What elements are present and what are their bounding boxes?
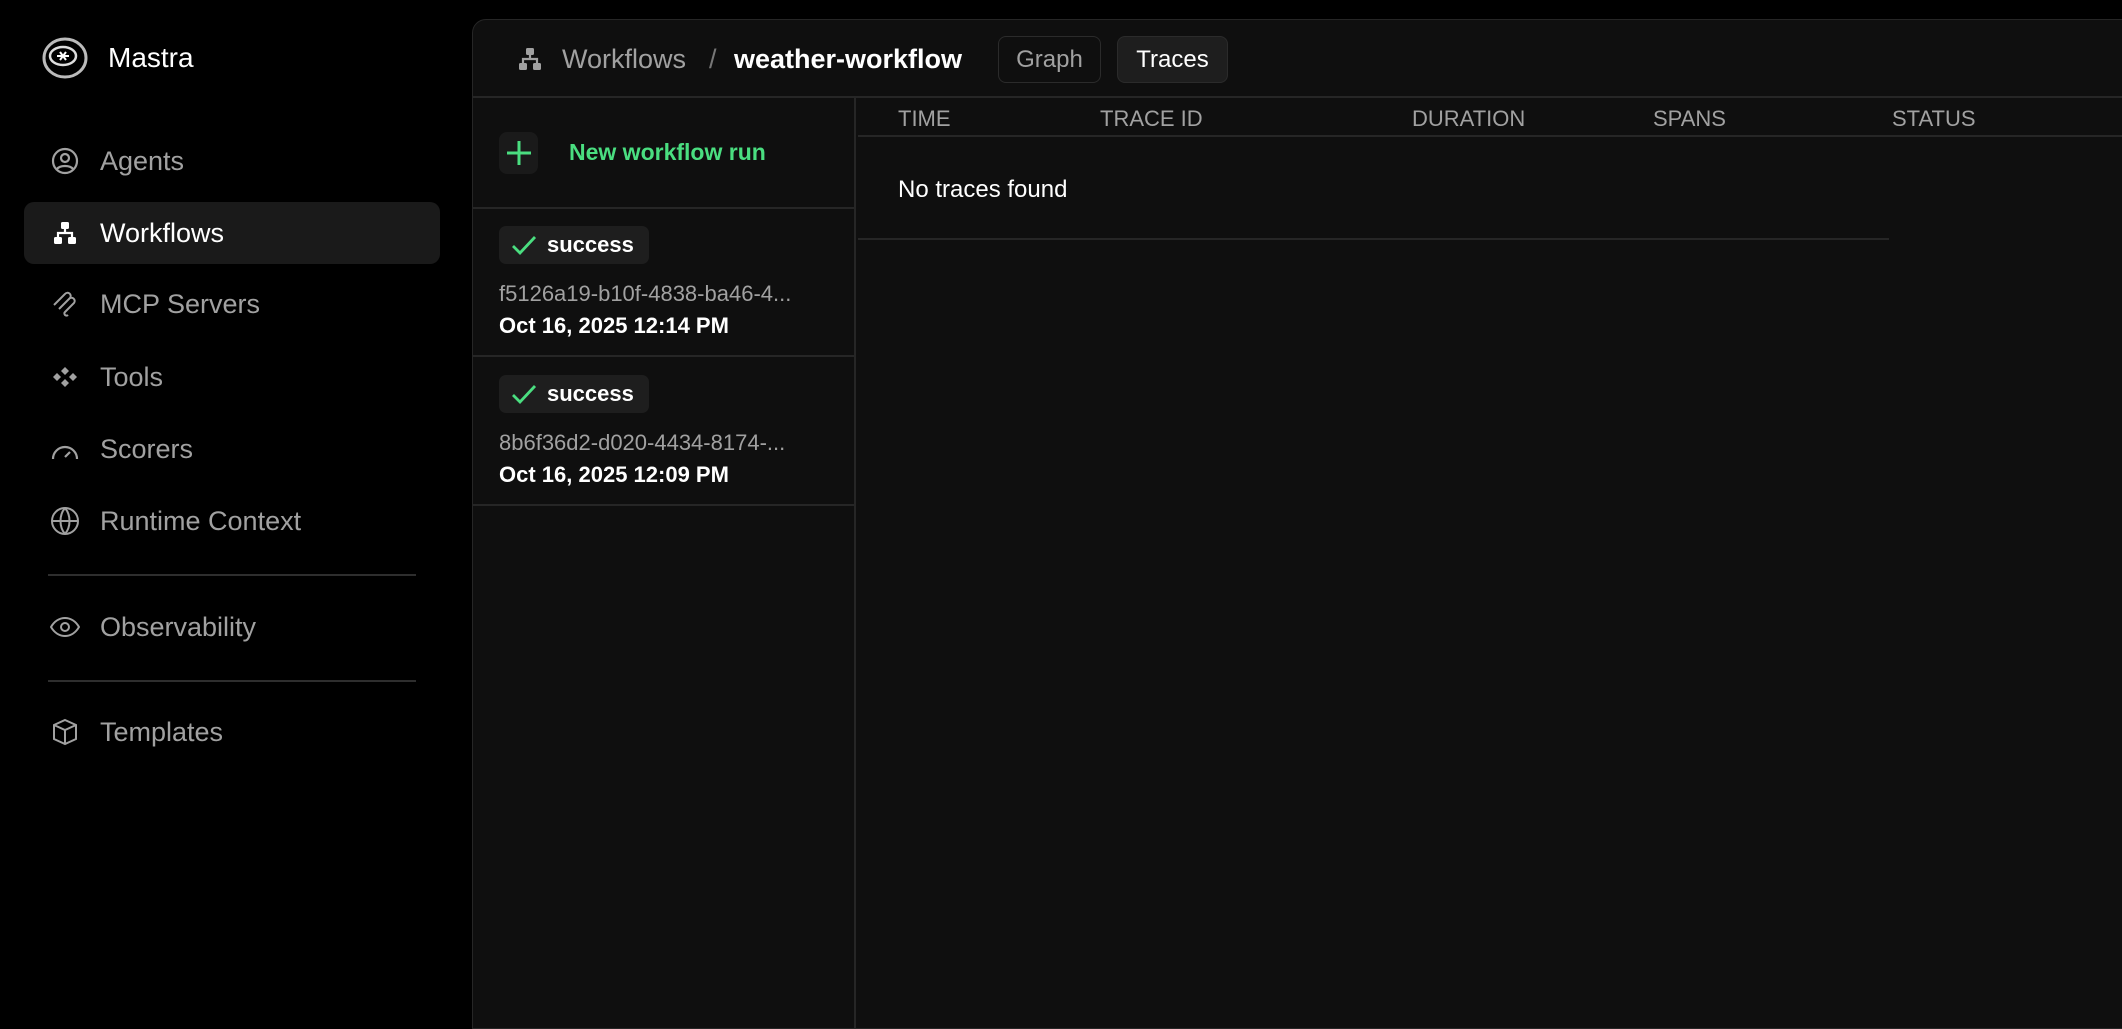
- main-panel: Workflows / weather-workflow Graph Trace…: [472, 19, 2122, 1029]
- sidebar-item-label: Templates: [100, 716, 224, 747]
- run-date: Oct 16, 2025 12:14 PM: [499, 313, 729, 338]
- sidebar-item-runtime-context[interactable]: Runtime Context: [24, 490, 440, 552]
- box-icon: [50, 717, 80, 747]
- gauge-icon: [50, 434, 80, 464]
- run-date: Oct 16, 2025 12:09 PM: [499, 462, 729, 487]
- column-header-trace-id: TRACE ID: [1100, 106, 1203, 131]
- new-run-label[interactable]: New workflow run: [569, 139, 766, 166]
- divider: [858, 238, 1889, 240]
- sidebar-item-label: Tools: [100, 361, 164, 392]
- traces-table: TIME TRACE ID DURATION SPANS STATUS No t…: [858, 98, 2122, 1028]
- header: Workflows / weather-workflow Graph Trace…: [473, 20, 2122, 98]
- workflow-icon: [519, 48, 541, 70]
- brand-name: Mastra: [108, 42, 194, 73]
- divider: [858, 135, 2122, 137]
- eye-icon: [50, 612, 80, 642]
- sidebar-item-label: Observability: [100, 611, 257, 642]
- sidebar-item-scorers[interactable]: Scorers: [24, 418, 440, 480]
- run-id: f5126a19-b10f-4838-ba46-4...: [499, 281, 792, 306]
- workflow-icon: [50, 218, 80, 248]
- plus-icon: [506, 141, 531, 165]
- run-id: 8b6f36d2-d020-4434-8174-...: [499, 430, 786, 455]
- column-header-duration: DURATION: [1412, 106, 1526, 131]
- sidebar-item-label: Agents: [100, 145, 185, 176]
- sidebar-item-label: Workflows: [100, 217, 225, 248]
- status-text: success: [547, 232, 634, 257]
- sidebar-divider: [48, 680, 416, 682]
- user-circle-icon: [50, 146, 80, 176]
- column-header-time: TIME: [898, 106, 951, 131]
- breadcrumb-separator: /: [709, 44, 717, 74]
- sidebar-item-agents[interactable]: Agents: [24, 130, 440, 192]
- mastra-logo: [42, 37, 88, 79]
- empty-state: No traces found: [898, 176, 1068, 203]
- tab-traces[interactable]: Traces: [1117, 36, 1228, 83]
- sidebar-item-workflows[interactable]: Workflows: [24, 202, 440, 264]
- run-item[interactable]: success f5126a19-b10f-4838-ba46-4... Oct…: [473, 209, 856, 357]
- sidebar-item-templates[interactable]: Templates: [24, 701, 440, 763]
- sidebar-item-label: Scorers: [100, 433, 194, 464]
- column-header-spans: SPANS: [1653, 106, 1726, 131]
- new-run-button[interactable]: [499, 132, 538, 174]
- sidebar: Mastra Agents Workflows MCP Servers Tool…: [0, 0, 472, 1018]
- status-badge: success: [499, 226, 649, 264]
- breadcrumb-workflows[interactable]: Workflows: [562, 44, 686, 75]
- sidebar-item-label: MCP Servers: [100, 288, 261, 319]
- runs-list: New workflow run success f5126a19-b10f-4…: [473, 98, 856, 1028]
- sidebar-item-observability[interactable]: Observability: [24, 596, 440, 658]
- sidebar-item-tools[interactable]: Tools: [24, 346, 440, 408]
- tools-icon: [50, 362, 80, 392]
- status-text: success: [547, 381, 634, 406]
- sidebar-item-label: Runtime Context: [100, 505, 302, 536]
- check-icon: [512, 385, 537, 405]
- mcp-icon: [50, 289, 80, 319]
- breadcrumb-current: weather-workflow: [734, 44, 963, 74]
- sidebar-divider: [48, 574, 416, 576]
- status-badge: success: [499, 375, 649, 413]
- globe-icon: [50, 506, 80, 536]
- check-icon: [512, 236, 537, 256]
- sidebar-item-mcp-servers[interactable]: MCP Servers: [24, 273, 440, 335]
- run-item[interactable]: success 8b6f36d2-d020-4434-8174-... Oct …: [473, 358, 856, 506]
- column-header-status: STATUS: [1892, 106, 1976, 131]
- tab-graph[interactable]: Graph: [998, 36, 1101, 83]
